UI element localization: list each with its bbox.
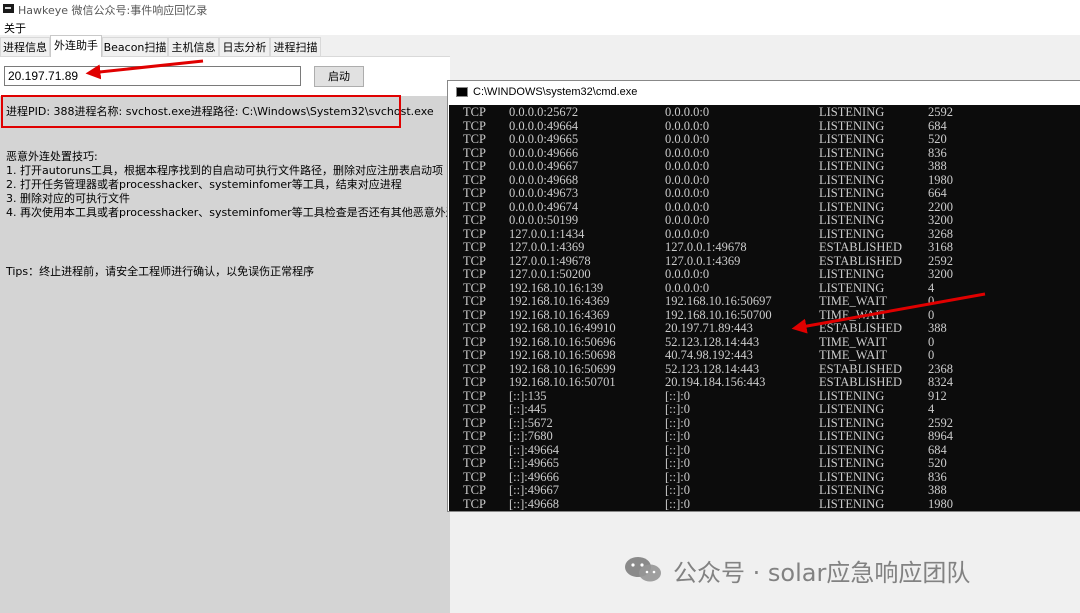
- annotation-arrows: [85, 59, 986, 334]
- watermark-text: 公众号 · solar应急响应团队: [673, 559, 971, 587]
- arrow-to-connection: [791, 292, 986, 334]
- wechat-icon: [625, 557, 661, 582]
- tab-outbound-helper[interactable]: 外连助手: [50, 35, 102, 57]
- arrow-to-ip-input: [85, 59, 204, 80]
